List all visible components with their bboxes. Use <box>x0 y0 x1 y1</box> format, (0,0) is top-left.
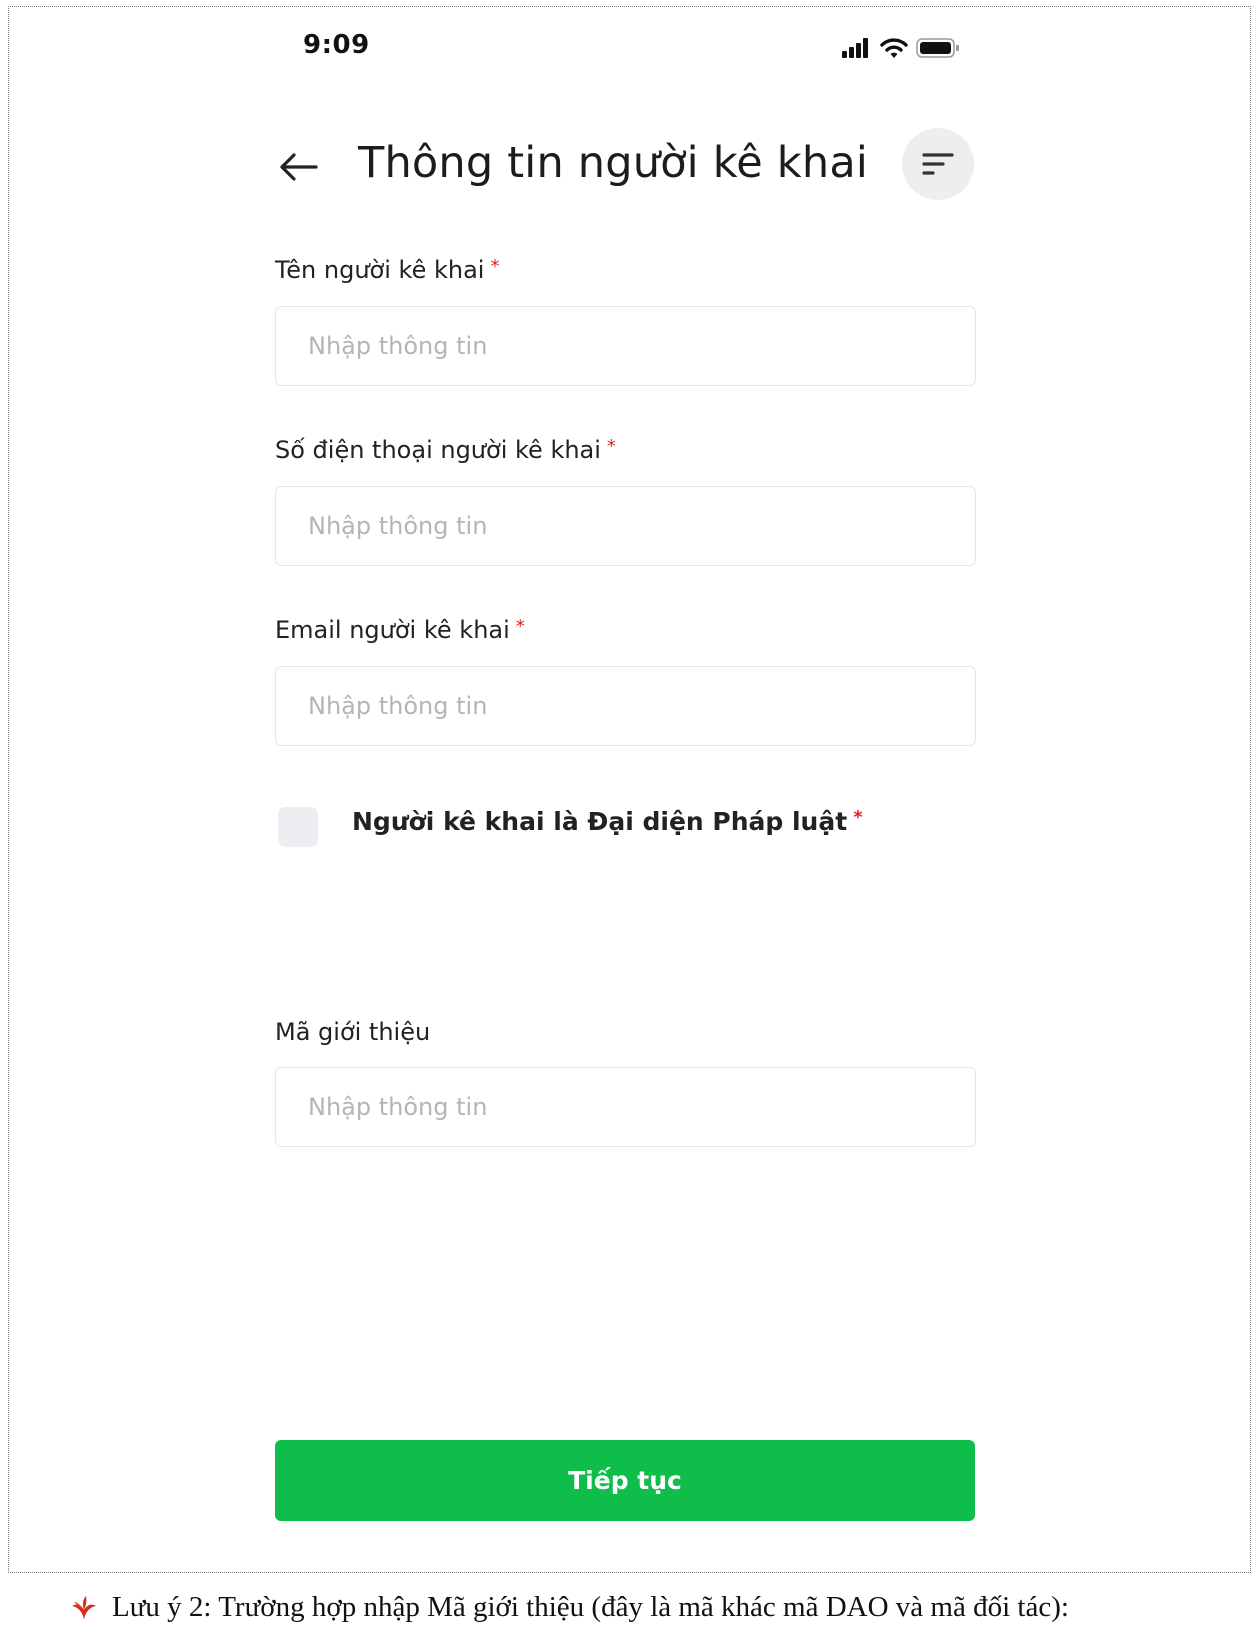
field-label-name: Tên người kê khai * <box>275 256 499 284</box>
note-text: Lưu ý 2: Trường hợp nhập Mã giới thiệu (… <box>112 1591 1069 1623</box>
note-line: Lưu ý 2: Trường hợp nhập Mã giới thiệu (… <box>70 1591 1069 1624</box>
red-leaf-bullet-icon <box>72 1595 96 1620</box>
page-title: Thông tin người kê khai <box>358 138 869 188</box>
legal-representative-label: Người kê khai là Đại diện Pháp luật * <box>352 807 863 836</box>
signal-icon <box>842 38 868 58</box>
declarant-name-input[interactable] <box>275 306 976 386</box>
required-mark: * <box>853 807 863 828</box>
label-text: Số điện thoại người kê khai <box>275 436 601 464</box>
checkbox-label-text: Người kê khai là Đại diện Pháp luật <box>352 807 848 836</box>
screenshot-frame <box>8 6 1251 1573</box>
required-mark: * <box>490 256 500 277</box>
legal-representative-checkbox[interactable] <box>278 807 318 847</box>
field-label-referral: Mã giới thiệu <box>275 1018 431 1046</box>
declarant-phone-input[interactable] <box>275 486 976 566</box>
required-mark: * <box>515 616 525 637</box>
label-text: Email người kê khai <box>275 616 510 644</box>
filter-lines-icon <box>922 153 954 175</box>
frame-bottom-border <box>8 1572 1251 1573</box>
field-label-email: Email người kê khai * <box>275 616 525 644</box>
back-button[interactable] <box>276 145 320 189</box>
referral-code-input[interactable] <box>275 1067 976 1147</box>
filter-menu-button[interactable] <box>902 128 974 200</box>
battery-icon <box>916 38 959 58</box>
arrow-left-icon <box>280 153 318 181</box>
label-text: Tên người kê khai <box>275 256 485 284</box>
declarant-email-input[interactable] <box>275 666 976 746</box>
continue-button[interactable]: Tiếp tục <box>275 1440 975 1521</box>
status-icons <box>842 36 960 60</box>
required-mark: * <box>606 436 616 457</box>
wifi-icon <box>880 38 908 58</box>
status-time: 9:09 <box>303 30 370 60</box>
field-label-phone: Số điện thoại người kê khai * <box>275 436 616 464</box>
